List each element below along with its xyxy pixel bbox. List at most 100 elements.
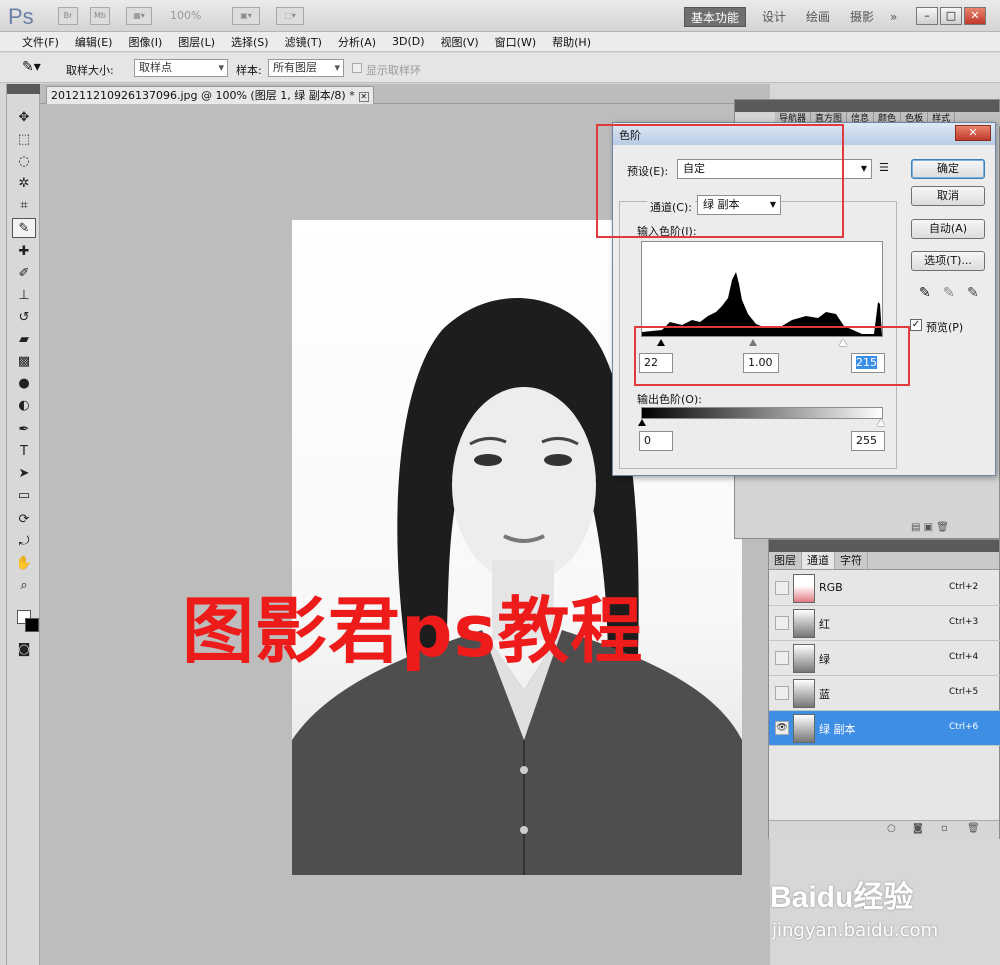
dodge-tool-icon[interactable]: ◐ <box>12 396 36 416</box>
tools-panel: ✥ ⬚ ◌ ✲ ⌗ ✎ ✚ ✐ ⊥ ↺ ▰ ▩ ● ◐ ✒ T ➤ ▭ ⟳ ⤾ … <box>6 84 40 965</box>
workspace-more[interactable]: » <box>884 7 903 27</box>
quick-mask-icon[interactable]: ◙ <box>12 640 36 660</box>
sample-select[interactable]: 所有图层 <box>268 59 344 77</box>
menu-filter[interactable]: 滤镜(T) <box>277 34 330 50</box>
menu-select[interactable]: 选择(S) <box>223 34 277 50</box>
preset-channel-highlight <box>596 124 844 238</box>
gray-eyedropper-icon[interactable]: ✎ <box>943 285 955 301</box>
trash-icon[interactable]: 🗑 <box>967 823 980 834</box>
preset-options-icon[interactable]: ☰ <box>879 161 889 174</box>
channel-thumbnail <box>793 644 815 673</box>
workspace-painting[interactable]: 绘画 <box>800 7 836 27</box>
brush-tool-icon[interactable]: ✐ <box>12 264 36 284</box>
channel-row-blue[interactable]: 蓝 Ctrl+5 <box>769 676 1000 711</box>
workspace-photography[interactable]: 摄影 <box>844 7 880 27</box>
magic-wand-tool-icon[interactable]: ✲ <box>12 174 36 194</box>
output-black-field[interactable]: 0 <box>639 431 673 451</box>
tools-panel-header[interactable] <box>7 84 40 94</box>
zoom-level[interactable]: 100% <box>170 9 201 22</box>
menu-3d[interactable]: 3D(D) <box>384 35 433 48</box>
arrange-documents-icon[interactable]: ▣▾ <box>232 7 260 25</box>
mini-bridge-icon[interactable]: Mb <box>90 7 110 25</box>
background-color-icon[interactable] <box>25 618 39 632</box>
visibility-toggle[interactable] <box>775 686 789 700</box>
preview-checkbox[interactable]: ✓ <box>910 319 922 331</box>
close-icon[interactable]: ✕ <box>955 125 991 141</box>
view-extras-icon[interactable]: ▦▾ <box>126 7 152 25</box>
options-button[interactable]: 选项(T)... <box>911 251 985 271</box>
close-tab-icon[interactable]: ✕ <box>358 92 369 102</box>
move-tool-icon[interactable]: ✥ <box>12 108 36 128</box>
menu-layer[interactable]: 图层(L) <box>170 34 223 50</box>
channel-shortcut: Ctrl+5 <box>949 687 979 697</box>
output-white-slider[interactable] <box>877 419 885 426</box>
bridge-icon[interactable]: Br <box>58 7 78 25</box>
menu-analysis[interactable]: 分析(A) <box>330 34 384 50</box>
tab-character[interactable]: 字符 <box>835 552 868 569</box>
sample-size-select[interactable]: 取样点 <box>134 59 228 77</box>
channels-panel-header[interactable] <box>769 540 999 552</box>
blur-tool-icon[interactable]: ● <box>12 374 36 394</box>
screen-mode-icon[interactable]: ⬚▾ <box>276 7 304 25</box>
white-eyedropper-icon[interactable]: ✎ <box>967 285 979 301</box>
zoom-tool-icon[interactable]: ⌕ <box>12 576 36 596</box>
load-selection-icon[interactable]: ○ <box>887 823 896 834</box>
black-eyedropper-icon[interactable]: ✎ <box>919 285 931 301</box>
channel-name: 绿 <box>819 653 830 666</box>
menu-window[interactable]: 窗口(W) <box>487 34 544 50</box>
cancel-button[interactable]: 取消 <box>911 186 985 206</box>
menu-edit[interactable]: 编辑(E) <box>67 34 121 50</box>
visibility-toggle[interactable] <box>775 581 789 595</box>
tab-channels[interactable]: 通道 <box>802 552 835 569</box>
show-ring-checkbox[interactable] <box>352 63 362 73</box>
menu-view[interactable]: 视图(V) <box>433 34 487 50</box>
visibility-toggle[interactable] <box>775 616 789 630</box>
channel-shortcut: Ctrl+4 <box>949 652 979 662</box>
crop-tool-icon[interactable]: ⌗ <box>12 196 36 216</box>
channel-row-green[interactable]: 绿 Ctrl+4 <box>769 641 1000 676</box>
3d-rotate-icon[interactable]: ⟳ <box>12 510 36 530</box>
eraser-tool-icon[interactable]: ▰ <box>12 330 36 350</box>
hand-tool-icon[interactable]: ✋ <box>12 554 36 574</box>
output-white-field[interactable]: 255 <box>851 431 885 451</box>
maximize-icon[interactable]: □ <box>940 7 962 25</box>
panel-footer-icons[interactable]: ▤ ▣ 🗑 <box>911 522 949 533</box>
pen-tool-icon[interactable]: ✒ <box>12 420 36 440</box>
workspace-design[interactable]: 设计 <box>756 7 792 27</box>
path-selection-icon[interactable]: ➤ <box>12 464 36 484</box>
channel-row-red[interactable]: 红 Ctrl+3 <box>769 606 1000 641</box>
auto-button[interactable]: 自动(A) <box>911 219 985 239</box>
channel-name: RGB <box>819 581 843 594</box>
healing-brush-icon[interactable]: ✚ <box>12 242 36 262</box>
history-brush-icon[interactable]: ↺ <box>12 308 36 328</box>
workspace-essentials[interactable]: 基本功能 <box>684 7 747 27</box>
3d-orbit-icon[interactable]: ⤾ <box>12 532 36 552</box>
eyedropper-tool-icon-active[interactable]: ✎ <box>12 218 36 238</box>
channel-row-rgb[interactable]: RGB Ctrl+2 <box>769 571 1000 606</box>
lasso-tool-icon[interactable]: ◌ <box>12 152 36 172</box>
shape-tool-icon[interactable]: ▭ <box>12 486 36 506</box>
marquee-tool-icon[interactable]: ⬚ <box>12 130 36 150</box>
baidu-jingyan-url: jingyan.baidu.com <box>772 920 939 941</box>
save-selection-icon[interactable]: ◙ <box>913 823 923 834</box>
eye-icon[interactable]: 👁 <box>775 721 789 735</box>
eyedropper-tool-icon[interactable]: ✎▾ <box>22 59 41 75</box>
clone-stamp-icon[interactable]: ⊥ <box>12 286 36 306</box>
gradient-tool-icon[interactable]: ▩ <box>12 352 36 372</box>
channel-row-green-copy[interactable]: 👁 绿 副本 Ctrl+6 <box>769 711 1000 746</box>
tab-layers[interactable]: 图层 <box>769 552 802 569</box>
channel-name: 蓝 <box>819 688 830 701</box>
panel-header[interactable] <box>735 100 999 112</box>
new-channel-icon[interactable]: ▫ <box>941 823 948 834</box>
type-tool-icon[interactable]: T <box>12 442 36 462</box>
close-icon[interactable]: ✕ <box>964 7 986 25</box>
minimize-icon[interactable]: – <box>916 7 938 25</box>
menu-image[interactable]: 图像(I) <box>120 34 170 50</box>
output-black-slider[interactable] <box>638 419 646 426</box>
visibility-toggle[interactable] <box>775 651 789 665</box>
document-tab[interactable]: 201211210926137096.jpg @ 100% (图层 1, 绿 副… <box>46 86 374 104</box>
menu-file[interactable]: 文件(F) <box>14 34 67 50</box>
menu-help[interactable]: 帮助(H) <box>544 34 599 50</box>
tutorial-watermark: 图影君ps教程 <box>182 589 644 673</box>
ok-button[interactable]: 确定 <box>911 159 985 179</box>
